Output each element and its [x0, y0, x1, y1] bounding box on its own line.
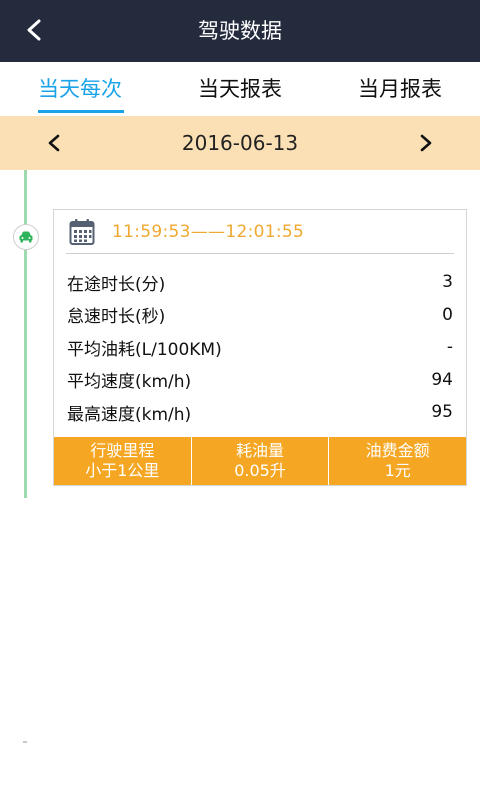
trip-summary-bar: 行驶里程 小于1公里 耗油量 0.05升 油费金额 1元: [54, 437, 466, 485]
stat-label: 怠速时长(秒): [67, 307, 166, 328]
summary-value: 小于1公里: [85, 461, 160, 480]
active-tab-indicator: [38, 110, 124, 113]
summary-label: 行驶里程: [90, 441, 155, 460]
tab-today-each-trip[interactable]: 当天每次: [0, 62, 160, 116]
stat-label: 平均油耗(L/100KM): [67, 339, 222, 360]
stat-value: 95: [431, 402, 453, 423]
summary-label: 耗油量: [236, 441, 285, 460]
stat-value: 0: [442, 304, 453, 325]
page-title: 驾驶数据: [198, 19, 282, 43]
stat-label: 平均速度(km/h): [67, 372, 192, 393]
summary-value: 0.05升: [234, 461, 286, 480]
timeline-node: [13, 224, 39, 250]
trip-time-range: 11:59:53——12:01:55: [112, 222, 305, 242]
stat-value: 94: [431, 369, 453, 390]
stat-row-avg-speed: 平均速度(km/h) 94: [54, 364, 466, 397]
calendar-icon: [69, 219, 95, 245]
summary-fuel-used: 耗油量 0.05升: [192, 437, 330, 485]
stat-row-max-speed: 最高速度(km/h) 95: [54, 396, 466, 429]
top-app-bar: 驾驶数据: [0, 0, 480, 62]
next-day-button[interactable]: [406, 123, 446, 163]
stat-row-avg-fuel: 平均油耗(L/100KM) -: [54, 331, 466, 364]
trip-card[interactable]: 11:59:53——12:01:55 在途时长(分) 3 怠速时长(秒) 0 平…: [53, 209, 467, 486]
stat-label: 在途时长(分): [67, 274, 166, 295]
stat-label: 最高速度(km/h): [67, 404, 192, 425]
car-icon: [19, 231, 33, 243]
tab-label: 当月报表: [358, 77, 442, 101]
tab-bar: 当天每次 当天报表 当月报表: [0, 62, 480, 116]
summary-label: 油费金额: [365, 441, 430, 460]
decorative-mark: [23, 741, 27, 743]
divider: [66, 253, 454, 254]
chevron-right-icon: [420, 134, 432, 152]
summary-fuel-cost: 油费金额 1元: [329, 437, 466, 485]
stat-value: 3: [442, 272, 453, 293]
tab-label: 当天每次: [38, 77, 122, 101]
tab-label: 当天报表: [198, 77, 282, 101]
tab-today-report[interactable]: 当天报表: [160, 62, 320, 116]
trip-stats-list: 在途时长(分) 3 怠速时长(秒) 0 平均油耗(L/100KM) - 平均速度…: [54, 266, 466, 429]
summary-value: 1元: [384, 461, 411, 480]
tab-month-report[interactable]: 当月报表: [320, 62, 480, 116]
stat-row-idle-duration: 怠速时长(秒) 0: [54, 299, 466, 332]
stat-row-travel-duration: 在途时长(分) 3: [54, 266, 466, 299]
summary-distance: 行驶里程 小于1公里: [54, 437, 192, 485]
stat-value: -: [446, 337, 453, 358]
date-selector: 2016-06-13: [0, 116, 480, 170]
timeline-line: [24, 170, 27, 498]
trip-card-header: 11:59:53——12:01:55: [54, 210, 466, 256]
